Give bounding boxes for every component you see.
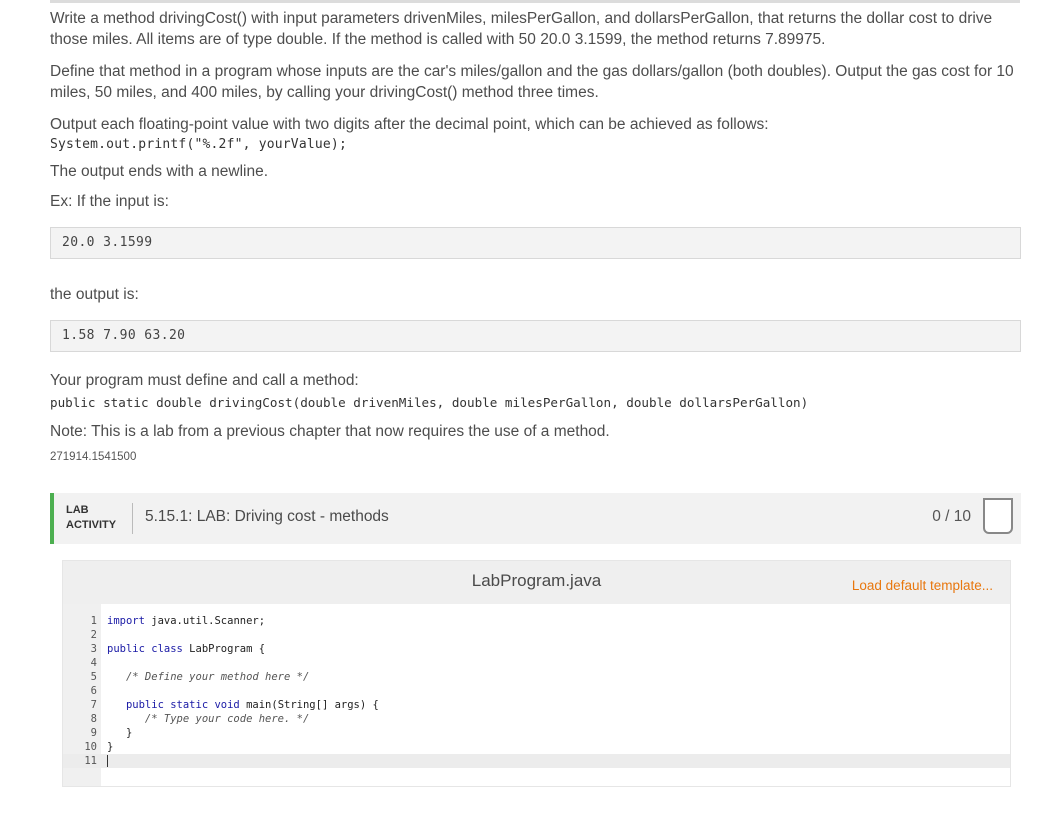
line-number: 10	[84, 741, 97, 753]
intro-paragraph-5: Ex: If the input is:	[50, 193, 169, 210]
text-cursor	[107, 755, 108, 767]
line-number: 2	[90, 629, 97, 641]
intro-paragraph-3: Output each floating-point value with tw…	[50, 116, 769, 133]
intro-paragraph-7: Your program must define and call a meth…	[50, 372, 359, 389]
code-area[interactable]: 1 import java.util.Scanner; 2 3 public c…	[63, 604, 1010, 786]
lab-tag-line1: LAB	[66, 504, 89, 516]
line-number: 3	[90, 643, 97, 655]
code-line[interactable]: 5 /* Define your method here */	[63, 670, 1010, 684]
code-text[interactable]: /* Type your code here. */	[107, 712, 309, 726]
code-line[interactable]: 2	[63, 628, 1010, 642]
top-divider	[50, 0, 1020, 3]
intro-paragraph-1: Write a method drivingCost() with input …	[50, 10, 993, 48]
line-number: 8	[90, 713, 97, 725]
line-number: 7	[90, 699, 97, 711]
lab-title: 5.15.1: LAB: Driving cost - methods	[145, 508, 389, 525]
line-number: 4	[90, 657, 97, 669]
activity-id: 271914.1541500	[50, 451, 137, 463]
code-line[interactable]: 6	[63, 684, 1010, 698]
code-line[interactable]: 7 public static void main(String[] args)…	[63, 698, 1010, 712]
line-number: 5	[90, 671, 97, 683]
lab-activity-header: LAB ACTIVITY 5.15.1: LAB: Driving cost -…	[50, 493, 1021, 544]
intro-paragraph-8: Note: This is a lab from a previous chap…	[50, 423, 610, 440]
editor-header: LabProgram.java Load default template...	[63, 561, 1010, 604]
code-line[interactable]: 3 public class LabProgram {	[63, 642, 1010, 656]
line-number: 9	[90, 727, 97, 739]
lab-divider	[132, 503, 133, 534]
score-box-icon	[983, 498, 1013, 534]
code-line[interactable]: 8 /* Type your code here. */	[63, 712, 1010, 726]
lab-instructions: Write a method drivingCost() with input …	[50, 8, 1025, 463]
lab-score: 0 / 10	[932, 508, 971, 525]
code-line[interactable]: 9 }	[63, 726, 1010, 740]
code-text[interactable]: }	[107, 726, 132, 740]
code-text[interactable]	[107, 754, 108, 768]
line-number: 1	[90, 615, 97, 627]
method-signature: public static double drivingCost(double …	[50, 395, 809, 410]
lab-tag-line2: ACTIVITY	[66, 519, 117, 531]
code-line[interactable]: 4	[63, 656, 1010, 670]
printf-code: System.out.printf("%.2f", yourValue);	[50, 137, 347, 152]
intro-paragraph-4: The output ends with a newline.	[50, 163, 268, 180]
code-text[interactable]: public class LabProgram {	[107, 642, 265, 656]
line-number: 11	[84, 755, 97, 767]
example-input-box: 20.0 3.1599	[50, 227, 1021, 259]
load-default-template-link[interactable]: Load default template...	[852, 578, 993, 593]
example-output-box: 1.58 7.90 63.20	[50, 320, 1021, 352]
code-line[interactable]: 10 }	[63, 740, 1010, 754]
intro-paragraph-2: Define that method in a program whose in…	[50, 63, 1014, 101]
code-text[interactable]: /* Define your method here */	[107, 670, 309, 684]
line-number: 6	[90, 685, 97, 697]
code-line[interactable]: 1 import java.util.Scanner;	[63, 614, 1010, 628]
code-text[interactable]: }	[107, 740, 113, 754]
code-line-active[interactable]: 11	[63, 754, 1010, 768]
code-text[interactable]: import java.util.Scanner;	[107, 614, 265, 628]
code-editor[interactable]: LabProgram.java Load default template...…	[62, 560, 1011, 787]
intro-paragraph-6: the output is:	[50, 286, 139, 303]
code-text[interactable]: public static void main(String[] args) {	[107, 698, 379, 712]
lab-activity-tag: LAB ACTIVITY	[66, 503, 116, 533]
